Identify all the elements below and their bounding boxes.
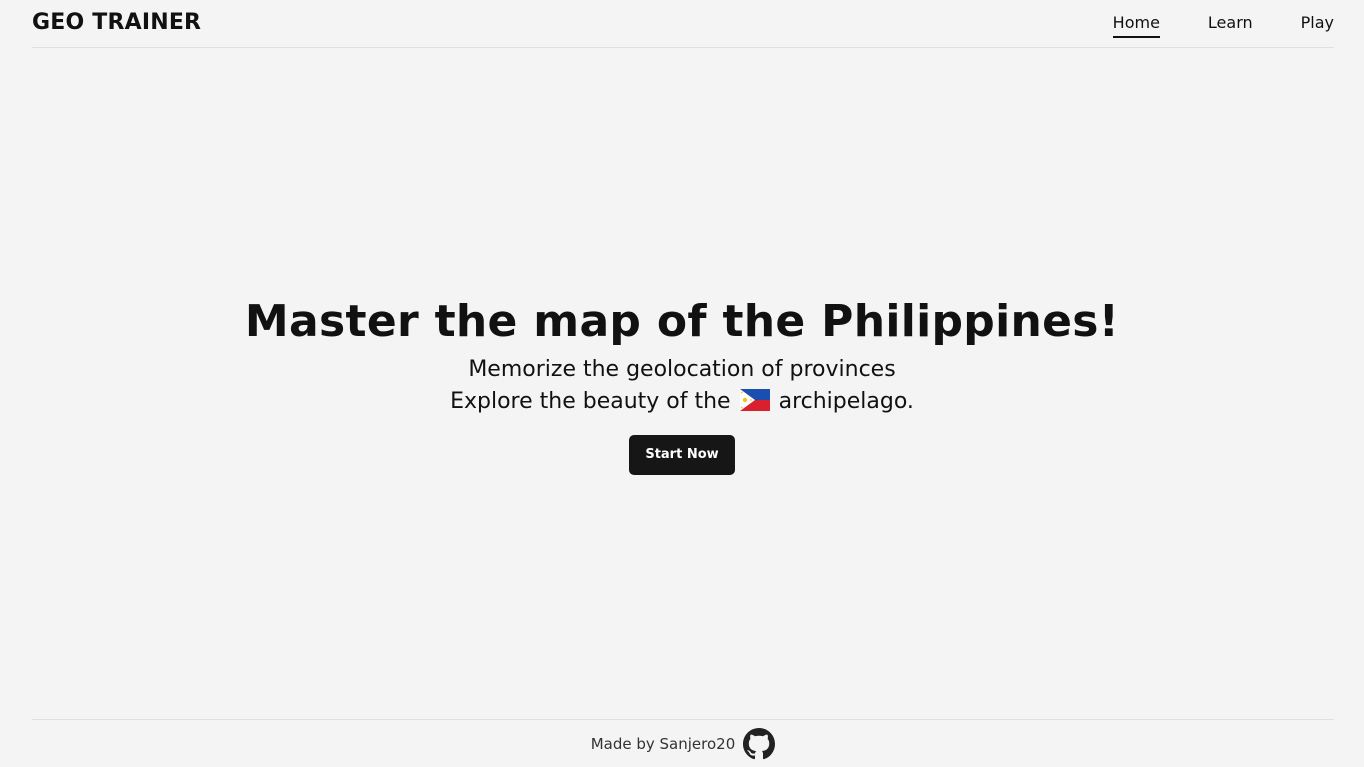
nav-play-link[interactable]: Play <box>1301 13 1334 38</box>
hero-subtitle-line-2-after: archipelago. <box>778 389 914 414</box>
hero-subtitle: Memorize the geolocation of provinces Ex… <box>0 354 1364 421</box>
hero-subtitle-line-2-before: Explore the beauty of the <box>450 389 731 414</box>
nav-home-link[interactable]: Home <box>1112 13 1160 38</box>
top-navbar: GEO TRAINER Home Learn Play <box>32 0 1334 48</box>
start-now-button[interactable]: Start Now <box>629 435 735 475</box>
footer: Made by Sanjero20 <box>32 719 1334 767</box>
philippines-flag-icon <box>739 389 770 421</box>
hero-subtitle-line-1: Memorize the geolocation of provinces <box>468 357 896 382</box>
hero-subtitle-line-2: Explore the beauty of the archipelago. <box>0 386 1364 421</box>
github-icon[interactable] <box>743 727 776 760</box>
hero-section: Master the map of the Philippines! Memor… <box>0 296 1364 475</box>
hero-title: Master the map of the Philippines! <box>244 296 1120 347</box>
brand-logo-text[interactable]: GEO TRAINER <box>32 10 201 36</box>
main-nav: Home Learn Play <box>1065 13 1334 38</box>
page: GEO TRAINER Home Learn Play Master the m… <box>0 0 1364 767</box>
footer-credit: Made by Sanjero20 <box>590 734 736 753</box>
nav-learn-link[interactable]: Learn <box>1208 13 1253 38</box>
